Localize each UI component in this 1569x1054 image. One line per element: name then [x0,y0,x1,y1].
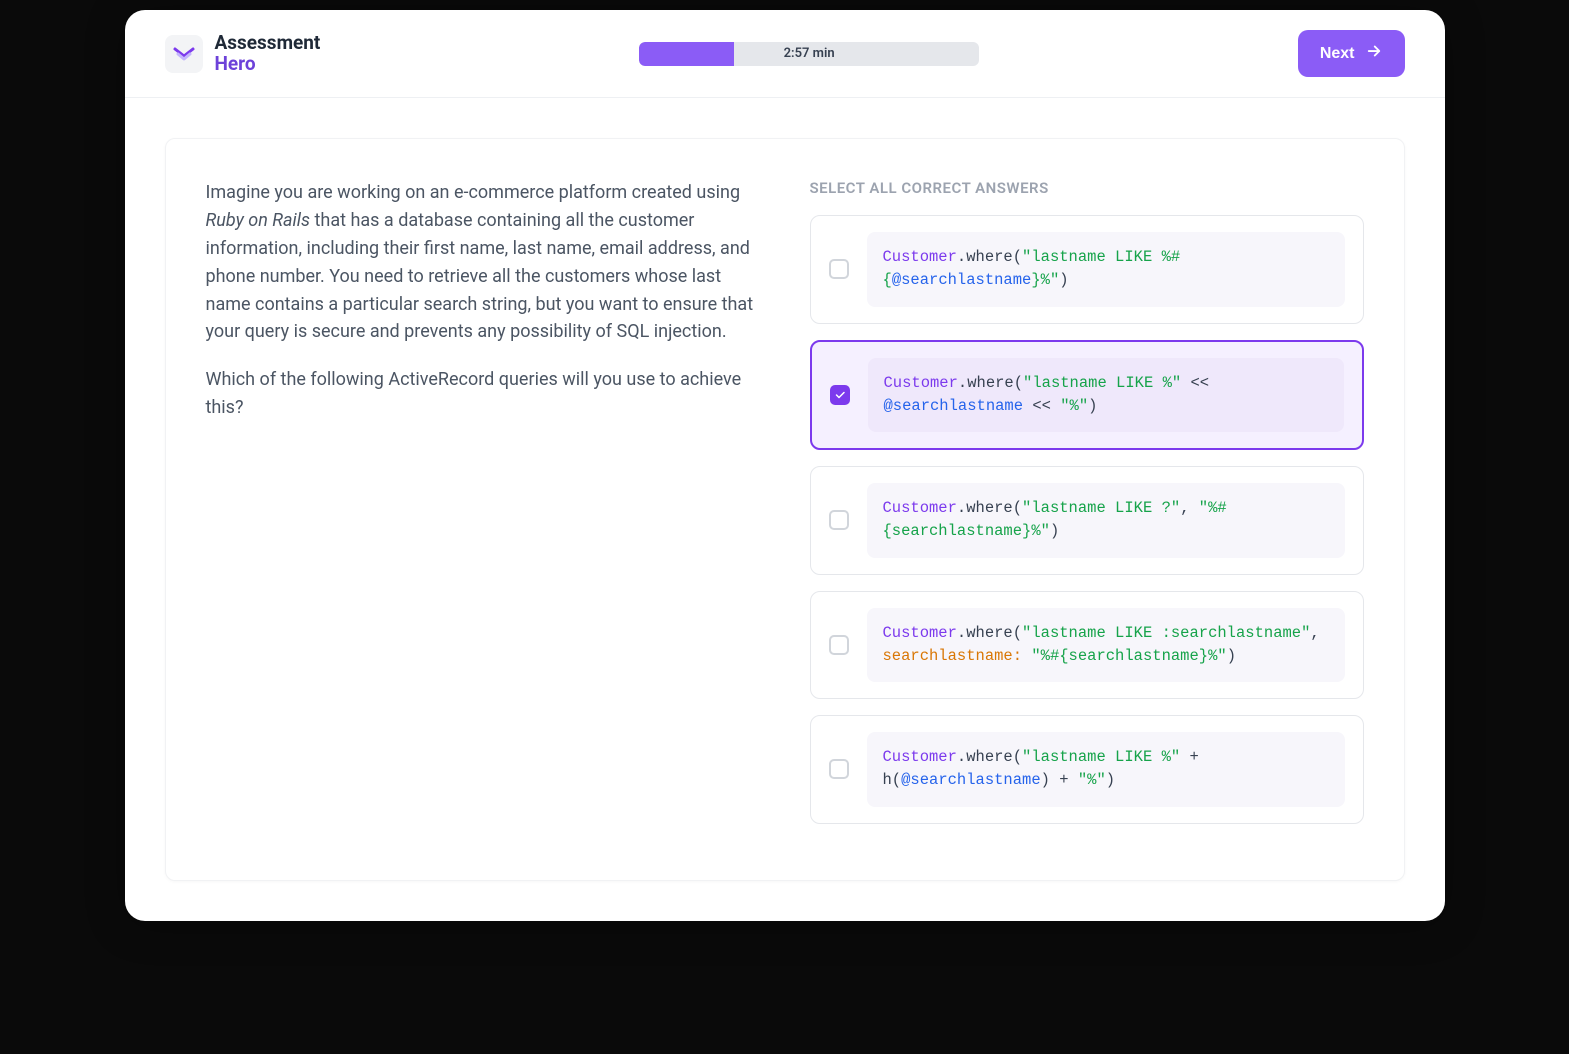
answer-code: Customer.where("lastname LIKE ?", "%#{se… [867,483,1345,558]
answer-code: Customer.where("lastname LIKE %" + h(@se… [867,732,1345,807]
content-area: Imagine you are working on an e-commerce… [125,98,1445,921]
answers-column: SELECT ALL CORRECT ANSWERS Customer.wher… [810,179,1364,840]
answer-checkbox[interactable] [830,385,850,405]
brand-text: Assessment Hero [215,33,321,75]
answer-checkbox[interactable] [829,635,849,655]
answer-checkbox[interactable] [829,759,849,779]
answer-code: Customer.where("lastname LIKE %" << @sea… [868,358,1344,433]
answer-checkbox[interactable] [829,259,849,279]
answers-heading: SELECT ALL CORRECT ANSWERS [810,179,1364,197]
header: Assessment Hero 2:57 min Next [125,10,1445,98]
brand-line1: Assessment [215,33,321,54]
answer-option-3[interactable]: Customer.where("lastname LIKE :searchlas… [810,591,1364,700]
brand-line2: Hero [215,54,321,75]
next-button-label: Next [1320,45,1355,63]
progress-fill [639,42,734,66]
app-window: Assessment Hero 2:57 min Next Imagine y [125,10,1445,921]
question-p1-em: Ruby on Rails [206,210,311,231]
answer-option-4[interactable]: Customer.where("lastname LIKE %" + h(@se… [810,715,1364,824]
answer-code: Customer.where("lastname LIKE %#{@search… [867,232,1345,307]
progress-bar: 2:57 min [639,42,979,66]
answer-option-0[interactable]: Customer.where("lastname LIKE %#{@search… [810,215,1364,324]
arrow-right-icon [1365,42,1383,65]
brand: Assessment Hero [165,33,321,75]
next-button[interactable]: Next [1298,30,1405,77]
question-paragraph-2: Which of the following ActiveRecord quer… [206,366,760,422]
question-text: Imagine you are working on an e-commerce… [206,179,760,840]
answer-code: Customer.where("lastname LIKE :searchlas… [867,608,1345,683]
question-paragraph-1: Imagine you are working on an e-commerce… [206,179,760,346]
question-p1-a: Imagine you are working on an e-commerce… [206,182,741,203]
answer-checkbox[interactable] [829,510,849,530]
answer-option-1[interactable]: Customer.where("lastname LIKE %" << @sea… [810,340,1364,451]
progress-wrap: 2:57 min [320,42,1297,66]
progress-label: 2:57 min [784,46,835,61]
answer-option-2[interactable]: Customer.where("lastname LIKE ?", "%#{se… [810,466,1364,575]
answers-list: Customer.where("lastname LIKE %#{@search… [810,215,1364,824]
brand-icon [165,35,203,73]
question-card: Imagine you are working on an e-commerce… [165,138,1405,881]
